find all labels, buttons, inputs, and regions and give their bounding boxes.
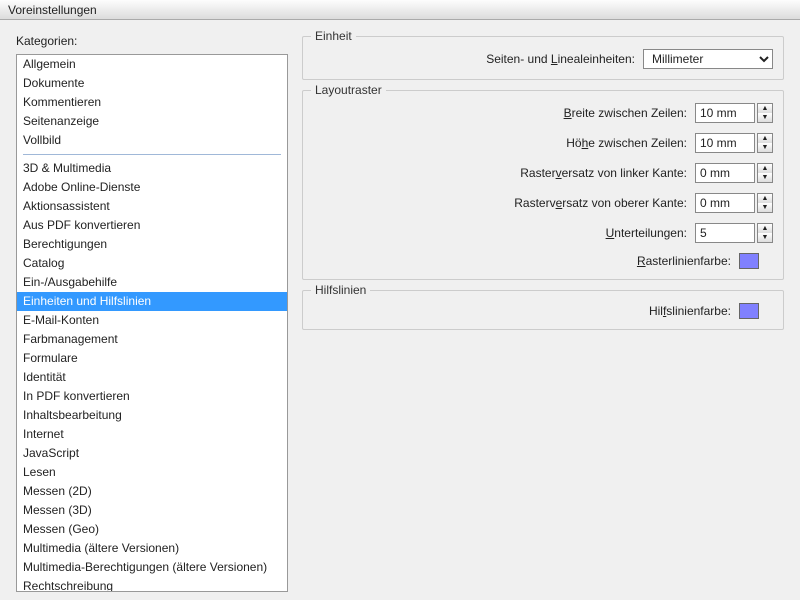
offset-top-spinner[interactable]: ▲ ▼ (757, 193, 773, 213)
subdivisions-input[interactable] (695, 223, 755, 243)
categories-label: Kategorien: (16, 34, 288, 48)
spin-up-icon[interactable]: ▲ (758, 224, 772, 233)
spin-down-icon[interactable]: ▼ (758, 143, 772, 152)
list-item[interactable]: Inhaltsbearbeitung (17, 406, 287, 425)
window-title: Voreinstellungen (8, 3, 97, 17)
list-item[interactable]: Multimedia (ältere Versionen) (17, 539, 287, 558)
list-item[interactable]: Catalog (17, 254, 287, 273)
list-item[interactable]: JavaScript (17, 444, 287, 463)
offset-left-spinner[interactable]: ▲ ▼ (757, 163, 773, 183)
height-spinner[interactable]: ▲ ▼ (757, 133, 773, 153)
spin-down-icon[interactable]: ▼ (758, 203, 772, 212)
settings-panel: Einheit Seiten- und Linealeinheiten: Mil… (302, 34, 784, 592)
list-item[interactable]: Adobe Online-Dienste (17, 178, 287, 197)
categories-panel: Kategorien: AllgemeinDokumenteKommentier… (16, 34, 288, 592)
spin-down-icon[interactable]: ▼ (758, 173, 772, 182)
list-item[interactable]: Dokumente (17, 74, 287, 93)
list-item[interactable]: Internet (17, 425, 287, 444)
list-item[interactable]: Rechtschreibung (17, 577, 287, 592)
list-item[interactable]: Messen (2D) (17, 482, 287, 501)
list-item[interactable]: Ein-/Ausgabehilfe (17, 273, 287, 292)
width-between-lines-label: Breite zwischen Zeilen: (313, 106, 695, 120)
width-spinner[interactable]: ▲ ▼ (757, 103, 773, 123)
width-between-lines-input[interactable] (695, 103, 755, 123)
list-item[interactable]: Messen (Geo) (17, 520, 287, 539)
spin-up-icon[interactable]: ▲ (758, 104, 772, 113)
grid-line-color-label: Rasterlinienfarbe: (313, 254, 739, 268)
list-item[interactable]: Seitenanzeige (17, 112, 287, 131)
list-separator (23, 154, 281, 155)
offset-top-label: Rasterversatz von oberer Kante: (313, 196, 695, 210)
list-item[interactable]: In PDF konvertieren (17, 387, 287, 406)
offset-left-input[interactable] (695, 163, 755, 183)
subdivisions-spinner[interactable]: ▲ ▼ (757, 223, 773, 243)
list-item[interactable]: Multimedia-Berechtigungen (ältere Versio… (17, 558, 287, 577)
list-item[interactable]: E-Mail-Konten (17, 311, 287, 330)
group-unit: Einheit Seiten- und Linealeinheiten: Mil… (302, 36, 784, 80)
group-layout-grid-title: Layoutraster (311, 83, 386, 97)
group-unit-title: Einheit (311, 29, 356, 43)
list-item[interactable]: Formulare (17, 349, 287, 368)
list-item[interactable]: Allgemein (17, 55, 287, 74)
spin-down-icon[interactable]: ▼ (758, 113, 772, 122)
list-item[interactable]: Farbmanagement (17, 330, 287, 349)
spin-up-icon[interactable]: ▲ (758, 164, 772, 173)
list-item[interactable]: 3D & Multimedia (17, 159, 287, 178)
subdivisions-label: Unterteilungen: (313, 226, 695, 240)
guide-color-button[interactable] (739, 303, 759, 319)
group-guides: Hilfslinien Hilfslinienfarbe: (302, 290, 784, 330)
group-guides-title: Hilfslinien (311, 283, 370, 297)
page-ruler-units-select[interactable]: Millimeter (643, 49, 773, 69)
list-item[interactable]: Messen (3D) (17, 501, 287, 520)
height-between-lines-label: Höhe zwischen Zeilen: (313, 136, 695, 150)
offset-top-input[interactable] (695, 193, 755, 213)
list-item[interactable]: Identität (17, 368, 287, 387)
list-item[interactable]: Lesen (17, 463, 287, 482)
spin-up-icon[interactable]: ▲ (758, 134, 772, 143)
categories-listbox[interactable]: AllgemeinDokumenteKommentierenSeitenanze… (16, 54, 288, 592)
guide-color-label: Hilfslinienfarbe: (313, 304, 739, 318)
content-area: Kategorien: AllgemeinDokumenteKommentier… (0, 20, 800, 600)
list-item[interactable]: Vollbild (17, 131, 287, 150)
spin-down-icon[interactable]: ▼ (758, 233, 772, 242)
list-item[interactable]: Berechtigungen (17, 235, 287, 254)
list-item[interactable]: Kommentieren (17, 93, 287, 112)
list-item[interactable]: Aktionsassistent (17, 197, 287, 216)
spin-up-icon[interactable]: ▲ (758, 194, 772, 203)
grid-line-color-button[interactable] (739, 253, 759, 269)
list-item[interactable]: Aus PDF konvertieren (17, 216, 287, 235)
window-titlebar: Voreinstellungen (0, 0, 800, 20)
group-layout-grid: Layoutraster Breite zwischen Zeilen: ▲ ▼… (302, 90, 784, 280)
list-item[interactable]: Einheiten und Hilfslinien (17, 292, 287, 311)
offset-left-label: Rasterversatz von linker Kante: (313, 166, 695, 180)
height-between-lines-input[interactable] (695, 133, 755, 153)
page-ruler-units-label: Seiten- und Linealeinheiten: (313, 52, 643, 66)
